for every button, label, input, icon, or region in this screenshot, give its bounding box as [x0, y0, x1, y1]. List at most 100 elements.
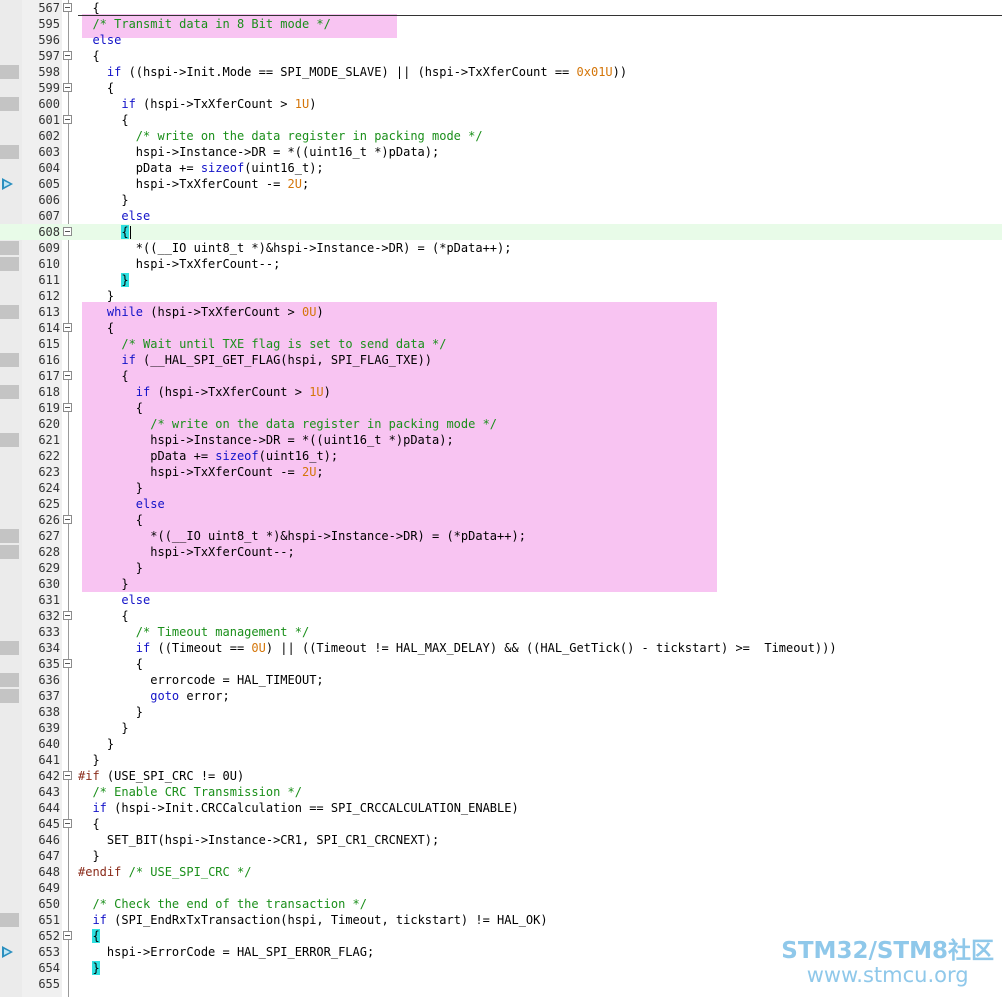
code-line[interactable]: 601 { [0, 112, 1002, 128]
fold-toggle-icon[interactable] [63, 403, 72, 412]
code-line[interactable]: 600 if (hspi->TxXferCount > 1U) [0, 96, 1002, 112]
code-line[interactable]: 618 if (hspi->TxXferCount > 1U) [0, 384, 1002, 400]
code-line[interactable]: 634 if ((Timeout == 0U) || ((Timeout != … [0, 640, 1002, 656]
fold-toggle-icon[interactable] [63, 819, 72, 828]
code-line[interactable]: 615 /* Wait until TXE flag is set to sen… [0, 336, 1002, 352]
code-line[interactable]: 608 { [0, 224, 1002, 240]
code-line[interactable]: 623 hspi->TxXferCount -= 2U; [0, 464, 1002, 480]
code-line[interactable]: 613 while (hspi->TxXferCount > 0U) [0, 304, 1002, 320]
code-line[interactable]: 633 /* Timeout management */ [0, 624, 1002, 640]
breakpoint-marker[interactable] [0, 673, 19, 687]
fold-toggle-icon[interactable] [63, 227, 72, 236]
fold-toggle-icon[interactable] [63, 611, 72, 620]
code-line[interactable]: 624 } [0, 480, 1002, 496]
code-line[interactable]: 612 } [0, 288, 1002, 304]
code-line[interactable]: 604 pData += sizeof(uint16_t); [0, 160, 1002, 176]
code-line[interactable]: 596 else [0, 32, 1002, 48]
fold-toggle-icon[interactable] [63, 515, 72, 524]
code-line[interactable]: 651 if (SPI_EndRxTxTransaction(hspi, Tim… [0, 912, 1002, 928]
code-text: } [78, 561, 144, 575]
code-line[interactable]: 628 hspi->TxXferCount--; [0, 544, 1002, 560]
code-line[interactable]: 636 errorcode = HAL_TIMEOUT; [0, 672, 1002, 688]
code-line[interactable]: 597 { [0, 48, 1002, 64]
fold-toggle-icon[interactable] [63, 371, 72, 380]
code-line[interactable]: 647 } [0, 848, 1002, 864]
code-line[interactable]: 598 if ((hspi->Init.Mode == SPI_MODE_SLA… [0, 64, 1002, 80]
code-text: { [78, 1, 100, 15]
code-line[interactable]: 622 pData += sizeof(uint16_t); [0, 448, 1002, 464]
code-text: } [78, 577, 129, 591]
breakpoint-marker[interactable] [0, 65, 19, 79]
breakpoint-marker[interactable] [0, 913, 19, 927]
breakpoint-marker[interactable] [0, 257, 19, 271]
breakpoint-marker[interactable] [0, 529, 19, 543]
fold-toggle-icon[interactable] [63, 323, 72, 332]
breakpoint-marker[interactable] [0, 353, 19, 367]
code-text: { [78, 321, 115, 335]
line-number: 641 [38, 753, 60, 767]
code-line[interactable]: 567 { [0, 0, 1002, 16]
fold-toggle-icon[interactable] [63, 771, 72, 780]
breakpoint-marker[interactable] [0, 145, 19, 159]
code-line[interactable]: 616 if (__HAL_SPI_GET_FLAG(hspi, SPI_FLA… [0, 352, 1002, 368]
code-line[interactable]: 599 { [0, 80, 1002, 96]
code-line[interactable]: 650 /* Check the end of the transaction … [0, 896, 1002, 912]
code-line[interactable]: 637 goto error; [0, 688, 1002, 704]
code-line[interactable]: 620 /* write on the data register in pac… [0, 416, 1002, 432]
code-line[interactable]: 610 hspi->TxXferCount--; [0, 256, 1002, 272]
breakpoint-marker[interactable] [0, 97, 19, 111]
code-line[interactable]: 629 } [0, 560, 1002, 576]
code-line[interactable]: 646 SET_BIT(hspi->Instance->CR1, SPI_CR1… [0, 832, 1002, 848]
line-number: 632 [38, 609, 60, 623]
code-line[interactable]: 611 } [0, 272, 1002, 288]
code-line[interactable]: 609 *((__IO uint8_t *)&hspi->Instance->D… [0, 240, 1002, 256]
line-number: 626 [38, 513, 60, 527]
code-line[interactable]: 642 #if (USE_SPI_CRC != 0U) [0, 768, 1002, 784]
fold-toggle-icon[interactable] [63, 931, 72, 940]
code-line[interactable]: 641 } [0, 752, 1002, 768]
code-line[interactable]: 643 /* Enable CRC Transmission */ [0, 784, 1002, 800]
breakpoint-marker[interactable] [0, 689, 19, 703]
breakpoint-marker[interactable] [0, 641, 19, 655]
code-line[interactable]: 627 *((__IO uint8_t *)&hspi->Instance->D… [0, 528, 1002, 544]
code-line[interactable]: 648 #endif /* USE_SPI_CRC */ [0, 864, 1002, 880]
code-line[interactable]: 639 } [0, 720, 1002, 736]
code-line[interactable]: 614 { [0, 320, 1002, 336]
fold-toggle-icon[interactable] [63, 115, 72, 124]
code-line[interactable]: 635 { [0, 656, 1002, 672]
code-line[interactable]: 617 { [0, 368, 1002, 384]
code-text: { [78, 513, 144, 527]
breakpoint-marker[interactable] [0, 433, 19, 447]
code-line[interactable]: 638 } [0, 704, 1002, 720]
code-line[interactable]: 626 { [0, 512, 1002, 528]
code-line[interactable]: 649 [0, 880, 1002, 896]
code-line[interactable]: 595 /* Transmit data in 8 Bit mode */ [0, 16, 1002, 32]
code-line[interactable]: 631 else [0, 592, 1002, 608]
breakpoint-marker[interactable] [0, 305, 19, 319]
breakpoint-marker[interactable] [0, 545, 19, 559]
code-line[interactable]: 632 { [0, 608, 1002, 624]
code-line[interactable]: 630 } [0, 576, 1002, 592]
code-line[interactable]: 602 /* write on the data register in pac… [0, 128, 1002, 144]
breakpoint-marker[interactable] [0, 385, 19, 399]
code-line[interactable]: 606 } [0, 192, 1002, 208]
code-line[interactable]: 619 { [0, 400, 1002, 416]
code-text: } [78, 849, 100, 863]
code-line[interactable]: 605 hspi->TxXferCount -= 2U; [0, 176, 1002, 192]
code-line[interactable]: 603 hspi->Instance->DR = *((uint16_t *)p… [0, 144, 1002, 160]
code-editor[interactable]: 567 {595 /* Transmit data in 8 Bit mode … [0, 0, 1002, 997]
line-number: 619 [38, 401, 60, 415]
code-line[interactable]: 621 hspi->Instance->DR = *((uint16_t *)p… [0, 432, 1002, 448]
code-line[interactable]: 625 else [0, 496, 1002, 512]
line-number: 655 [38, 977, 60, 991]
code-line[interactable]: 640 } [0, 736, 1002, 752]
code-line[interactable]: 644 if (hspi->Init.CRCCalculation == SPI… [0, 800, 1002, 816]
fold-toggle-icon[interactable] [63, 659, 72, 668]
fold-toggle-icon[interactable] [63, 51, 72, 60]
code-line[interactable]: 645 { [0, 816, 1002, 832]
fold-toggle-icon[interactable] [63, 3, 72, 12]
fold-toggle-icon[interactable] [63, 83, 72, 92]
code-text: } [78, 289, 115, 303]
code-line[interactable]: 607 else [0, 208, 1002, 224]
breakpoint-marker[interactable] [0, 241, 19, 255]
